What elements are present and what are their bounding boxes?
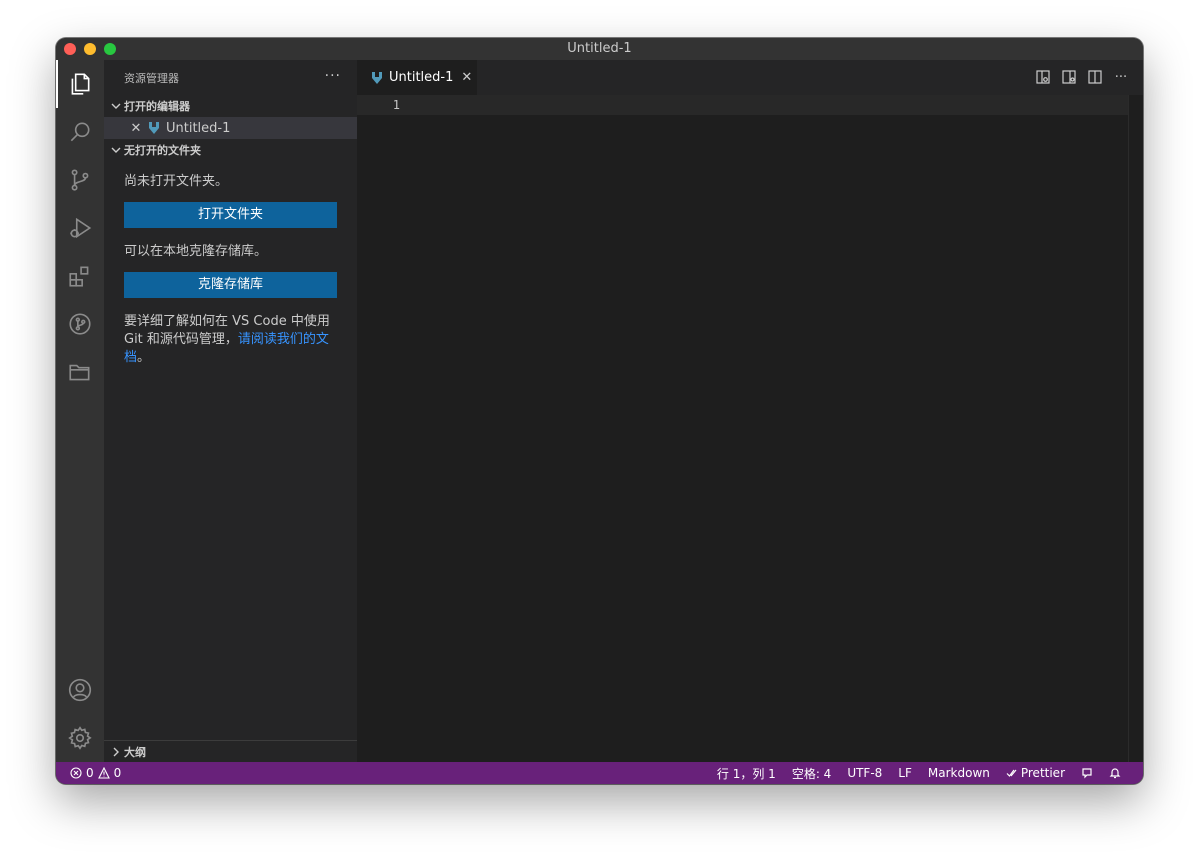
window-title: Untitled-1 — [567, 41, 632, 56]
activity-bar — [56, 60, 104, 762]
account-icon[interactable] — [56, 666, 104, 714]
clone-message: 可以在本地克隆存储库。 — [124, 244, 268, 259]
explorer-icon[interactable] — [56, 60, 104, 108]
title-bar: Untitled-1 — [56, 38, 1143, 61]
more-actions-icon[interactable]: ··· — [325, 68, 341, 84]
sidebar-title: 资源管理器 — [124, 71, 179, 85]
sidebar-header: 资源管理器 ··· — [104, 60, 357, 95]
open-editors-heading: 打开的编辑器 — [124, 100, 190, 113]
chevron-down-icon — [108, 98, 124, 114]
markdown-file-icon — [146, 120, 162, 136]
cursor-position[interactable]: 行 1，列 1 — [709, 765, 784, 782]
explorer-sidebar: 资源管理器 ··· 打开的编辑器 ✕ Untitled-1 无打开的文件夹 尚未… — [104, 60, 357, 762]
source-control-icon[interactable] — [56, 156, 104, 204]
language-mode[interactable]: Markdown — [920, 766, 998, 780]
no-folder-message: 尚未打开文件夹。 — [124, 174, 229, 189]
git-graph-icon[interactable] — [56, 300, 104, 348]
tab-label: Untitled-1 — [389, 70, 454, 85]
clone-repository-button[interactable]: 克隆存储库 — [124, 272, 337, 298]
open-editor-label: Untitled-1 — [166, 120, 231, 136]
status-bar-right: 行 1，列 1 空格: 4 UTF-8 LF Markdown Prettier — [709, 765, 1143, 782]
split-editor-icon[interactable] — [1087, 69, 1103, 85]
no-folder-heading: 无打开的文件夹 — [124, 144, 201, 157]
settings-gear-icon[interactable] — [56, 714, 104, 762]
prettier-label: Prettier — [1020, 766, 1065, 780]
editor-area: Untitled-1 ✕ ··· 1 — [357, 60, 1143, 762]
open-editors-section-header[interactable]: 打开的编辑器 — [104, 95, 357, 117]
git-docs-message: 要详细了解如何在 VS Code 中使用 Git 和源代码管理，请阅读我们的文档… — [124, 313, 337, 367]
error-count: 0 — [86, 766, 94, 780]
open-folder-button[interactable]: 打开文件夹 — [124, 202, 337, 228]
chevron-down-icon — [108, 142, 124, 158]
warning-count: 0 — [113, 766, 122, 780]
markdown-file-icon — [369, 70, 385, 86]
end-of-line[interactable]: LF — [890, 766, 920, 780]
problems-indicator[interactable]: 0 0 — [56, 766, 121, 780]
feedback-icon[interactable] — [1073, 767, 1101, 779]
open-preview-side-icon[interactable] — [1061, 69, 1077, 85]
current-line-highlight — [357, 95, 1129, 115]
double-check-icon — [1006, 769, 1017, 777]
tab-untitled-1[interactable]: Untitled-1 ✕ — [357, 60, 477, 95]
notifications-bell-icon[interactable] — [1101, 767, 1129, 779]
more-actions-icon[interactable]: ··· — [1113, 69, 1129, 85]
indentation[interactable]: 空格: 4 — [784, 765, 840, 782]
line-number: 1 — [392, 98, 400, 112]
run-debug-icon[interactable] — [56, 204, 104, 252]
editor-tabs: Untitled-1 ✕ ··· — [357, 60, 1143, 95]
extensions-icon[interactable] — [56, 252, 104, 300]
open-editor-item[interactable]: ✕ Untitled-1 — [104, 117, 357, 139]
warning-icon — [97, 767, 110, 779]
git-docs-end: 。 — [137, 350, 151, 365]
search-icon[interactable] — [56, 108, 104, 156]
error-icon — [70, 767, 82, 779]
chevron-right-icon — [108, 744, 124, 760]
close-editor-icon[interactable]: ✕ — [128, 121, 144, 136]
app-window: Untitled-1 资源管理器 ··· 打开的编辑器 ✕ Untitled-1… — [56, 38, 1143, 784]
status-bar: 0 0 行 1，列 1 空格: 4 UTF-8 LF Markdown Pret… — [56, 762, 1143, 784]
welcome-view: 尚未打开文件夹。 打开文件夹 可以在本地克隆存储库。 克隆存储库 要详细了解如何… — [104, 161, 357, 367]
no-folder-section-header[interactable]: 无打开的文件夹 — [104, 139, 357, 161]
vertical-scrollbar[interactable] — [1128, 95, 1143, 762]
outline-heading: 大纲 — [124, 745, 146, 759]
close-tab-icon[interactable]: ✕ — [461, 70, 472, 85]
outline-section-header[interactable]: 大纲 — [104, 740, 357, 762]
folder-icon[interactable] — [56, 348, 104, 396]
editor-actions: ··· — [1035, 69, 1129, 85]
encoding[interactable]: UTF-8 — [839, 766, 890, 780]
prettier-status[interactable]: Prettier — [998, 766, 1073, 780]
open-preview-icon[interactable] — [1035, 69, 1051, 85]
text-editor[interactable]: 1 — [357, 95, 1143, 762]
